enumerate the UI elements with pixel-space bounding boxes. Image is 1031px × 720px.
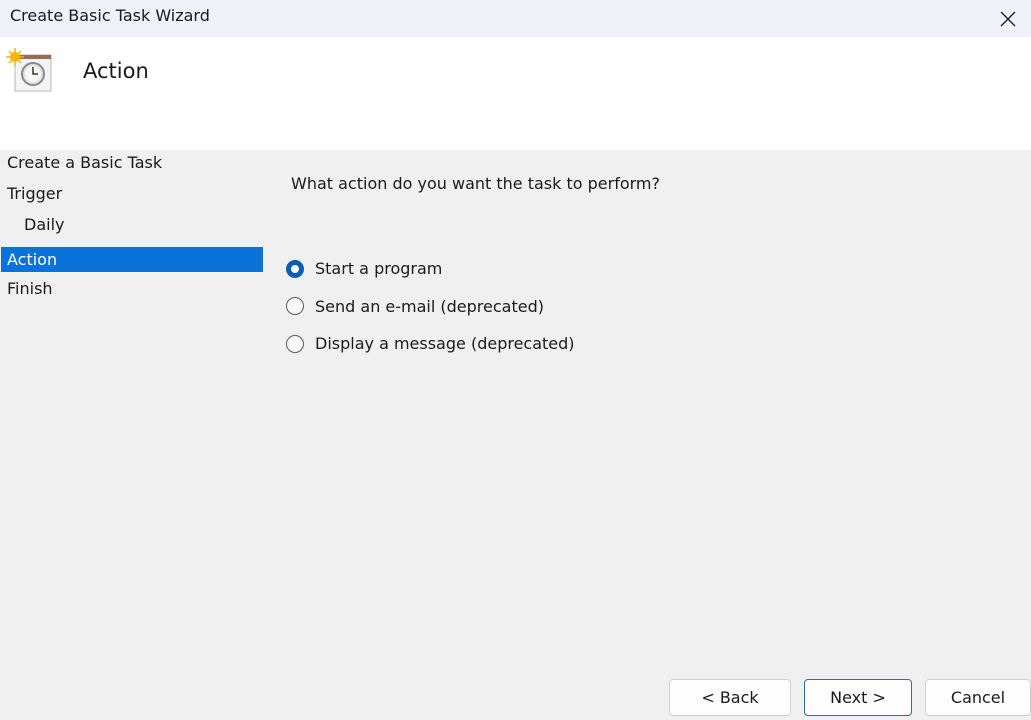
- radio-send-email[interactable]: Send an e-mail (deprecated): [286, 288, 575, 326]
- radio-button[interactable]: [286, 297, 304, 316]
- radio-label: Send an e-mail (deprecated): [315, 296, 544, 316]
- sidebar-item-action[interactable]: Action: [1, 246, 263, 272]
- main-panel: What action do you want the task to perf…: [291, 174, 660, 193]
- next-button[interactable]: Next >: [804, 679, 912, 716]
- radio-start-program[interactable]: Start a program: [286, 250, 575, 288]
- window-title: Create Basic Task Wizard: [10, 6, 210, 25]
- page-heading: Action: [83, 59, 149, 83]
- close-button[interactable]: [985, 0, 1031, 37]
- wizard-steps-sidebar: Create a Basic Task Trigger Daily Action…: [0, 150, 265, 308]
- sidebar-item-daily[interactable]: Daily: [1, 213, 263, 245]
- radio-button-checked[interactable]: [286, 259, 304, 278]
- title-bar: Create Basic Task Wizard: [0, 0, 1031, 37]
- action-radio-group: Start a program Send an e-mail (deprecat…: [286, 250, 575, 363]
- task-scheduler-clock-icon: [6, 48, 52, 92]
- close-icon: [1000, 11, 1016, 26]
- cancel-button[interactable]: Cancel: [925, 679, 1031, 716]
- back-button[interactable]: < Back: [669, 679, 791, 716]
- radio-button[interactable]: [286, 334, 304, 353]
- sidebar-item-create-basic-task[interactable]: Create a Basic Task: [1, 150, 263, 182]
- radio-label: Start a program: [315, 259, 443, 279]
- radio-label: Display a message (deprecated): [315, 334, 575, 354]
- sidebar-item-trigger[interactable]: Trigger: [1, 182, 263, 214]
- action-question: What action do you want the task to perf…: [291, 174, 660, 193]
- radio-display-message[interactable]: Display a message (deprecated): [286, 325, 575, 363]
- wizard-header: Action: [0, 37, 1031, 150]
- sidebar-item-finish[interactable]: Finish: [1, 277, 263, 309]
